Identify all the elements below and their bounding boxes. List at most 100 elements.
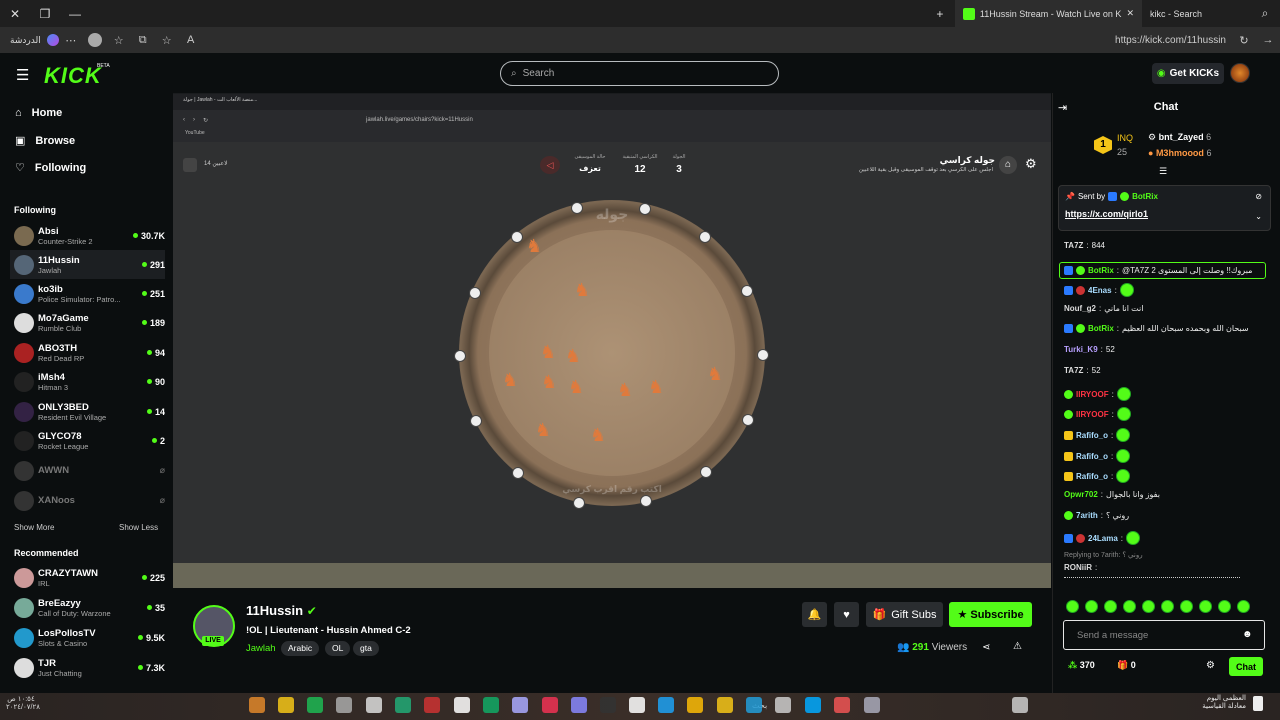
chat-username[interactable]: Rafifo_o <box>1076 452 1108 461</box>
share-icon[interactable]: ⋖ <box>982 642 990 653</box>
copilot-icon[interactable] <box>46 34 59 46</box>
nav-following[interactable]: ♡ Following <box>15 161 86 175</box>
tag-ol[interactable]: OL <box>325 641 351 656</box>
notifications-bell-button[interactable]: 🔔 <box>802 602 827 627</box>
hamburger-menu-icon[interactable]: ☰ <box>16 66 29 84</box>
streamer-name[interactable]: 11Hussin ✔ <box>246 603 317 618</box>
taskbar-app-icon[interactable] <box>483 697 499 713</box>
sidebar-channel[interactable]: ko3ib Police Simulator: Patro... 251 <box>10 279 165 308</box>
taskbar-app-icon[interactable] <box>249 697 265 713</box>
quick-emote-icon[interactable] <box>1161 600 1174 613</box>
gift-count[interactable]: 🎁 0 <box>1117 660 1136 671</box>
taskbar-app-icon[interactable] <box>805 697 821 713</box>
taskbar-app-icon[interactable] <box>746 697 762 713</box>
search-input[interactable]: ⌕ Search <box>500 61 779 86</box>
chat-username[interactable]: BotRix <box>1088 324 1114 333</box>
chat-username[interactable]: IIRYOOF <box>1076 410 1109 419</box>
chat-username[interactable]: Opwr702 <box>1064 490 1098 499</box>
minimize-window-icon[interactable]: — <box>60 0 90 27</box>
filter-icon[interactable]: ☰ <box>1159 166 1167 177</box>
quick-emote-icon[interactable] <box>1066 600 1079 613</box>
sidebar-channel[interactable]: GLYCO78 Rocket League 2 <box>10 426 165 455</box>
taskbar-app-icon[interactable] <box>366 697 382 713</box>
add-favorite-icon[interactable]: ☆ <box>155 27 179 53</box>
chat-username[interactable]: 24Lama <box>1088 534 1118 543</box>
pinned-message[interactable]: 📌 Sent by BotRix https://x.com/qirlo1 ⊘ … <box>1058 185 1271 231</box>
gift-subs-button[interactable]: 🎁 Gift Subs <box>866 602 943 627</box>
show-less-link[interactable]: Show Less <box>119 523 158 532</box>
report-icon[interactable]: ⚠ <box>1013 641 1022 652</box>
chat-username[interactable]: Rafifo_o <box>1076 431 1108 440</box>
sidebar-chat-label[interactable]: الدردشة <box>10 35 41 46</box>
recommended-channel[interactable]: LosPollosTV Slots & Casino 9.5K <box>10 623 165 652</box>
chat-username[interactable]: TA7Z <box>1064 241 1083 250</box>
expand-chevron-icon[interactable]: ⌄ <box>1255 212 1262 221</box>
refresh-icon[interactable]: ↻ <box>1232 27 1256 53</box>
restore-window-icon[interactable]: ❐ <box>30 0 60 27</box>
taskbar-app-icon[interactable] <box>395 697 411 713</box>
quick-emote-icon[interactable] <box>1237 600 1250 613</box>
sidebar-channel[interactable]: ONLY3BED Resident Evil Village 14 <box>10 397 165 426</box>
quick-emote-icon[interactable] <box>1180 600 1193 613</box>
nav-browse[interactable]: ▣ Browse <box>15 134 75 148</box>
chat-username[interactable]: RONiiR <box>1064 563 1092 572</box>
read-aloud-icon[interactable]: A <box>179 27 203 53</box>
chat-username[interactable]: Rafifo_o <box>1076 472 1108 481</box>
taskbar-app-icon[interactable] <box>571 697 587 713</box>
chat-username[interactable]: TA7Z <box>1064 366 1083 375</box>
stream-category[interactable]: Jawlah <box>246 643 276 654</box>
sidebar-channel[interactable]: ABO3TH Red Dead RP 94 <box>10 338 165 367</box>
taskbar-app-icon[interactable] <box>1012 697 1028 713</box>
chat-username[interactable]: 4Enas <box>1088 286 1112 295</box>
recommended-channel[interactable]: CRAZYTAWN IRL 225 <box>10 563 165 592</box>
recommended-channel[interactable]: TJR Just Chatting 7.3K <box>10 653 165 682</box>
clock[interactable]: ١٠:٥٤ ص ٢٠٢٤/٠٧/٢٨ <box>6 695 40 711</box>
tag-gta[interactable]: gta <box>353 641 379 656</box>
taskbar-app-icon[interactable] <box>834 697 850 713</box>
taskbar-app-icon[interactable] <box>629 697 645 713</box>
quick-emote-icon[interactable] <box>1142 600 1155 613</box>
get-kicks-button[interactable]: ◉ Get KICKs <box>1152 63 1224 84</box>
chat-input[interactable]: Send a message <box>1063 620 1265 650</box>
tag-arabic[interactable]: Arabic <box>281 641 320 656</box>
quick-emote-icon[interactable] <box>1123 600 1136 613</box>
quick-emote-icon[interactable] <box>1218 600 1231 613</box>
favorites-icon[interactable]: ☆ <box>107 27 131 53</box>
sidebar-channel[interactable]: XANoos ⌀ <box>10 486 165 515</box>
forward-icon[interactable]: → <box>1256 27 1280 53</box>
quick-emote-icon[interactable] <box>1199 600 1212 613</box>
chat-username[interactable]: Nouf_g2 <box>1064 304 1096 313</box>
sidebar-channel[interactable]: Mo7aGame Rumble Club 189 <box>10 308 165 337</box>
subscribe-button[interactable]: ★ Subscribe <box>949 602 1032 627</box>
user-avatar[interactable] <box>1230 63 1250 83</box>
taskbar-app-icon[interactable] <box>864 697 880 713</box>
taskbar-app-icon[interactable] <box>336 697 352 713</box>
quick-emote-icon[interactable] <box>1104 600 1117 613</box>
show-more-link[interactable]: Show More <box>14 523 54 532</box>
taskbar-app-icon[interactable] <box>307 697 323 713</box>
taskbar-app-icon[interactable] <box>454 697 470 713</box>
sidebar-channel[interactable]: iMsh4 Hitman 3 90 <box>10 367 165 396</box>
extensions-icon[interactable]: ⧉ <box>131 27 155 53</box>
taskbar-app-icon[interactable] <box>600 697 616 713</box>
chat-username[interactable]: BotRix <box>1088 266 1114 275</box>
chat-send-button[interactable]: Chat <box>1229 657 1263 676</box>
pinned-link[interactable]: https://x.com/qirlo1 <box>1065 209 1148 219</box>
weather-widget[interactable]: العظمى اليوم معادلة القياسية <box>1168 694 1246 710</box>
tab-kick-stream[interactable]: 11Hussin Stream - Watch Live on K ✕ <box>954 0 1142 27</box>
tab-close-icon[interactable]: ✕ <box>1126 8 1134 19</box>
nav-home[interactable]: ⌂ Home <box>15 107 62 119</box>
chat-username[interactable]: Turki_K9 <box>1064 345 1098 354</box>
emoji-picker-icon[interactable]: ☻ <box>1242 629 1253 640</box>
kick-logo[interactable]: KICK <box>44 63 102 89</box>
chat-username[interactable]: 7arith <box>1076 511 1098 520</box>
more-icon[interactable]: ⋯ <box>59 27 83 53</box>
quick-emote-icon[interactable] <box>1085 600 1098 613</box>
taskbar-app-icon[interactable] <box>512 697 528 713</box>
follow-heart-button[interactable]: ♥ <box>834 602 859 627</box>
profile-icon[interactable] <box>83 27 107 53</box>
taskbar-app-icon[interactable] <box>542 697 558 713</box>
taskbar-app-icon[interactable] <box>775 697 791 713</box>
sidebar-channel[interactable]: Absi Counter-Strike 2 30.7K <box>10 221 165 250</box>
taskbar-app-icon[interactable] <box>424 697 440 713</box>
